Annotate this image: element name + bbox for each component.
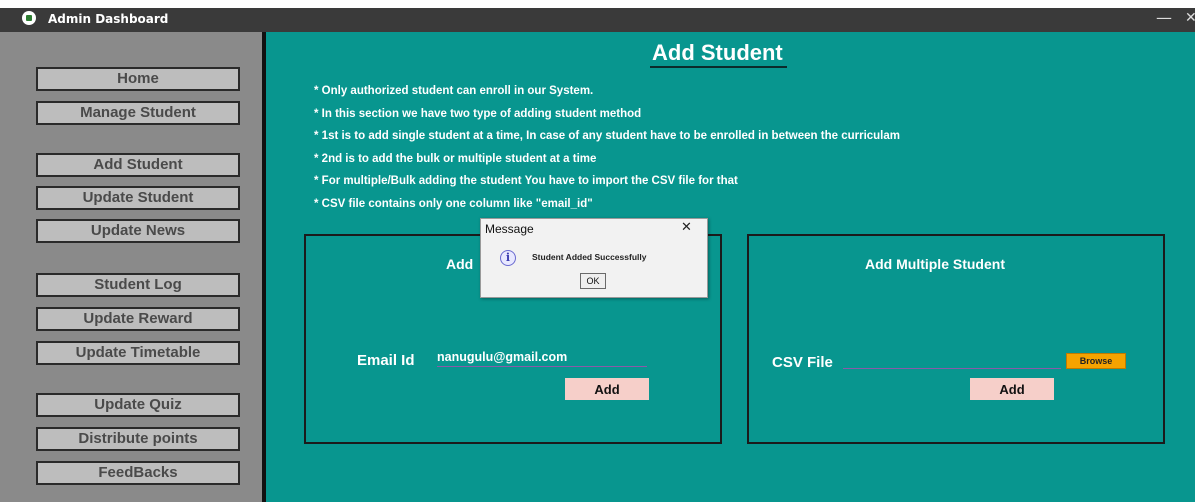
instructions-list: * Only authorized student can enroll in … — [314, 80, 900, 215]
window-title: Admin Dashboard — [48, 12, 169, 26]
sidebar-item-update-news[interactable]: Update News — [36, 219, 240, 243]
instruction-item: * For multiple/Bulk adding the student Y… — [314, 175, 738, 187]
dialog-message: Student Added Successfully — [532, 252, 647, 262]
instruction-item: * CSV file contains only one column like… — [314, 197, 593, 210]
minimize-icon[interactable]: — — [1156, 8, 1172, 27]
add-single-button[interactable]: Add — [565, 378, 649, 400]
single-panel-title: Add — [446, 256, 474, 272]
sidebar-item-add-student[interactable]: Add Student — [36, 153, 240, 177]
main-content: Add Student * Only authorized student ca… — [266, 32, 1195, 502]
dialog-title: Message — [485, 222, 534, 236]
sidebar-item-student-log[interactable]: Student Log — [36, 273, 240, 297]
add-multiple-student-panel: Add Multiple Student CSV File Browse Add — [747, 234, 1165, 444]
instruction-item: * 1st is to add single student at a time… — [314, 130, 900, 142]
sidebar: Home Manage Student Add Student Update S… — [0, 32, 266, 502]
multi-panel-title: Add Multiple Student — [865, 256, 1005, 272]
browse-button[interactable]: Browse — [1066, 353, 1126, 369]
window-titlebar: Admin Dashboard — ✕ — [0, 8, 1195, 32]
csv-file-field[interactable] — [843, 352, 1061, 369]
ok-button[interactable]: OK — [580, 273, 606, 289]
sidebar-item-update-quiz[interactable]: Update Quiz — [36, 393, 240, 417]
instruction-item: * In this section we have two type of ad… — [314, 107, 642, 120]
instruction-item: * 2nd is to add the bulk or multiple stu… — [314, 152, 597, 165]
sidebar-item-manage-student[interactable]: Manage Student — [36, 101, 240, 125]
app-icon — [22, 11, 36, 25]
close-icon[interactable]: ✕ — [681, 220, 692, 235]
sidebar-item-distribute-points[interactable]: Distribute points — [36, 427, 240, 451]
close-icon[interactable]: ✕ — [1185, 10, 1195, 26]
message-dialog: Message ✕ i Student Added Successfully O… — [480, 218, 708, 298]
page-title: Add Student — [650, 40, 787, 68]
sidebar-item-update-student[interactable]: Update Student — [36, 186, 240, 210]
email-field[interactable] — [437, 350, 647, 367]
sidebar-item-home[interactable]: Home — [36, 67, 240, 91]
email-label: Email Id — [357, 352, 415, 369]
info-icon: i — [500, 250, 516, 266]
csv-file-label: CSV File — [772, 354, 833, 371]
sidebar-item-update-timetable[interactable]: Update Timetable — [36, 341, 240, 365]
sidebar-item-feedbacks[interactable]: FeedBacks — [36, 461, 240, 485]
sidebar-item-update-reward[interactable]: Update Reward — [36, 307, 240, 331]
add-multiple-button[interactable]: Add — [970, 378, 1054, 400]
instruction-item: * Only authorized student can enroll in … — [314, 85, 594, 97]
